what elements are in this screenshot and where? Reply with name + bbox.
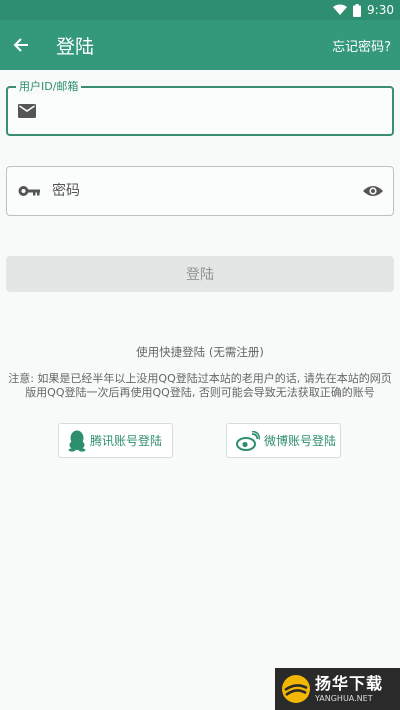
qq-login-notice: 注意: 如果是已经半年以上没用QQ登陆过本站的老用户的话, 请先在本站的网页版用… [8,372,392,399]
wifi-icon [333,4,348,16]
battery-icon [353,3,362,17]
weibo-icon [236,430,260,451]
user-id-field[interactable]: 用户ID/邮箱 [6,80,394,136]
weibo-login-label: 微博账号登陆 [264,434,337,448]
email-icon [18,104,36,118]
weibo-login-button[interactable]: 微博账号登陆 [226,423,341,458]
page-title: 登陆 [56,35,95,58]
status-bar: 9:30 [0,0,400,20]
qq-login-label: 腾讯账号登陆 [90,434,163,448]
qq-icon [68,430,86,452]
quick-login-title: 使用快捷登陆 (无需注册) [136,345,264,359]
back-button[interactable] [0,20,42,70]
eye-icon[interactable] [363,184,383,198]
qq-login-button[interactable]: 腾讯账号登陆 [58,423,173,458]
forgot-password-link[interactable]: 忘记密码? [332,36,391,55]
watermark-cn: 扬华下载 [315,673,384,693]
watermark-en: YANGHUA.NET [315,693,373,703]
password-field[interactable] [6,166,394,216]
yanghua-logo-icon [281,674,311,704]
password-input[interactable] [52,176,363,206]
back-arrow-icon [13,37,29,53]
watermark: 扬华下载 YANGHUA.NET [275,668,400,710]
status-time: 9:30 [367,3,394,17]
user-id-input[interactable] [48,96,392,126]
app-bar: 登陆 忘记密码? [0,20,400,70]
key-icon [18,185,40,197]
user-id-label: 用户ID/邮箱 [16,80,82,94]
login-button[interactable]: 登陆 [6,256,394,292]
